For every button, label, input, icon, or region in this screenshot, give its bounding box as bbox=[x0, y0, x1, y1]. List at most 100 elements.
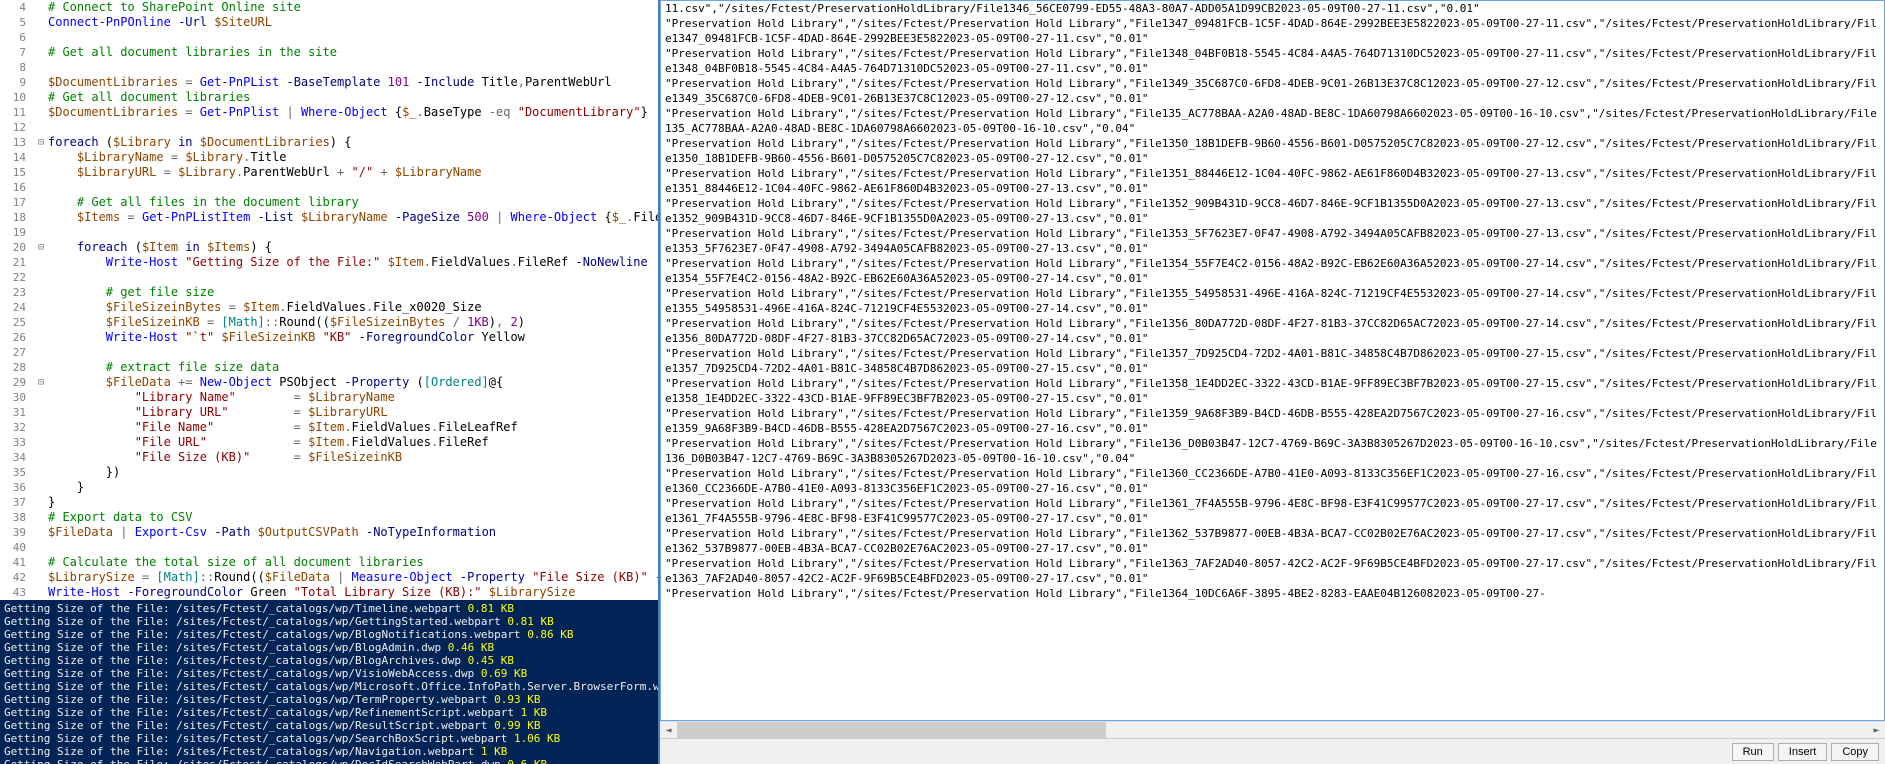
code-line[interactable]: 4# Connect to SharePoint Online site bbox=[0, 0, 658, 15]
code-line[interactable]: 17 # Get all files in the document libra… bbox=[0, 195, 658, 210]
code-content[interactable] bbox=[48, 345, 658, 360]
code-content[interactable]: # extract file size data bbox=[48, 360, 658, 375]
copy-button[interactable]: Copy bbox=[1831, 743, 1879, 761]
code-line[interactable]: 30 "Library Name" = $LibraryName bbox=[0, 390, 658, 405]
fold-icon[interactable]: ⊟ bbox=[34, 135, 48, 150]
code-content[interactable]: # Get all document libraries bbox=[48, 90, 658, 105]
code-content[interactable] bbox=[48, 60, 658, 75]
code-content[interactable]: Write-Host "`t" $FileSizeinKB "KB" -Fore… bbox=[48, 330, 658, 345]
code-content[interactable] bbox=[48, 180, 658, 195]
code-content[interactable]: "Library Name" = $LibraryName bbox=[48, 390, 658, 405]
code-line[interactable]: 19 bbox=[0, 225, 658, 240]
horizontal-scrollbar[interactable]: ◄ ► bbox=[660, 721, 1885, 738]
code-line[interactable]: 29⊟ $FileData += New-Object PSObject -Pr… bbox=[0, 375, 658, 390]
code-line[interactable]: 37} bbox=[0, 495, 658, 510]
code-content[interactable]: $FileSizeinBytes = $Item.FieldValues.Fil… bbox=[48, 300, 658, 315]
code-line[interactable]: 6 bbox=[0, 30, 658, 45]
code-line[interactable]: 42 $LibrarySize = [Math]::Round(($FileDat… bbox=[0, 570, 658, 585]
code-content[interactable]: } bbox=[48, 495, 658, 510]
code-content[interactable] bbox=[48, 270, 658, 285]
code-content[interactable]: $FileSizeinKB = [Math]::Round(($FileSize… bbox=[48, 315, 658, 330]
terminal-pane[interactable]: Getting Size of the File: /sites/Fctest/… bbox=[0, 600, 658, 764]
code-line[interactable]: 25 $FileSizeinKB = [Math]::Round(($FileS… bbox=[0, 315, 658, 330]
code-content[interactable]: "File URL" = $Item.FieldValues.FileRef bbox=[48, 435, 658, 450]
code-line[interactable]: 43Write-Host -ForegroundColor Green "Tot… bbox=[0, 585, 658, 600]
code-content[interactable]: $LibrarySize = [Math]::Round(($FileData … bbox=[48, 570, 658, 585]
code-line[interactable]: 35 }) bbox=[0, 465, 658, 480]
code-content[interactable] bbox=[48, 30, 658, 45]
code-content[interactable]: # Export data to CSV bbox=[48, 510, 658, 525]
code-content[interactable]: $LibraryName = $Library.Title bbox=[48, 150, 658, 165]
output-line: "Preservation Hold Library","/sites/Fcte… bbox=[665, 466, 1880, 496]
code-line[interactable]: 40 bbox=[0, 540, 658, 555]
line-number: 30 bbox=[0, 390, 34, 405]
code-line[interactable]: 16 bbox=[0, 180, 658, 195]
code-line[interactable]: 34 "File Size (KB)" = $FileSizeinKB bbox=[0, 450, 658, 465]
code-line[interactable]: 15 $LibraryURL = $Library.ParentWebUrl +… bbox=[0, 165, 658, 180]
code-line[interactable]: 28 # extract file size data bbox=[0, 360, 658, 375]
code-line[interactable]: 8 bbox=[0, 60, 658, 75]
code-line[interactable]: 12 bbox=[0, 120, 658, 135]
code-content[interactable]: # Get all document libraries in the site bbox=[48, 45, 658, 60]
code-line[interactable]: 41# Calculate the total size of all docu… bbox=[0, 555, 658, 570]
scroll-left-arrow[interactable]: ◄ bbox=[660, 722, 677, 739]
run-button[interactable]: Run bbox=[1732, 743, 1774, 761]
code-line[interactable]: 27 bbox=[0, 345, 658, 360]
code-content[interactable]: Write-Host -ForegroundColor Green "Total… bbox=[48, 585, 658, 600]
code-line[interactable]: 39$FileData | Export-Csv -Path $OutputCS… bbox=[0, 525, 658, 540]
code-line[interactable]: 31 "Library URL" = $LibraryURL bbox=[0, 405, 658, 420]
code-line[interactable]: 13⊟foreach ($Library in $DocumentLibrari… bbox=[0, 135, 658, 150]
code-editor[interactable]: 4# Connect to SharePoint Online site5Con… bbox=[0, 0, 658, 600]
code-line[interactable]: 23 # get file size bbox=[0, 285, 658, 300]
code-content[interactable]: "Library URL" = $LibraryURL bbox=[48, 405, 658, 420]
code-line[interactable]: 10# Get all document libraries bbox=[0, 90, 658, 105]
scroll-thumb[interactable] bbox=[677, 722, 1106, 738]
code-content[interactable]: $Items = Get-PnPListItem -List $LibraryN… bbox=[48, 210, 658, 225]
code-line[interactable]: 33 "File URL" = $Item.FieldValues.FileRe… bbox=[0, 435, 658, 450]
code-content[interactable]: $FileData | Export-Csv -Path $OutputCSVP… bbox=[48, 525, 658, 540]
code-content[interactable]: # Calculate the total size of all docume… bbox=[48, 555, 658, 570]
output-line: "Preservation Hold Library","/sites/Fcte… bbox=[665, 376, 1880, 406]
code-line[interactable]: 9$DocumentLibraries = Get-PnPList -BaseT… bbox=[0, 75, 658, 90]
code-line[interactable]: 32 "File Name" = $Item.FieldValues.FileL… bbox=[0, 420, 658, 435]
code-content[interactable] bbox=[48, 120, 658, 135]
fold-icon[interactable]: ⊟ bbox=[34, 240, 48, 255]
code-content[interactable]: $FileData += New-Object PSObject -Proper… bbox=[48, 375, 658, 390]
code-line[interactable]: 11$DocumentLibraries = Get-PnPlist | Whe… bbox=[0, 105, 658, 120]
output-textarea[interactable]: 11.csv","/sites/Fctest/PreservationHoldL… bbox=[660, 0, 1885, 721]
code-line[interactable]: 26 Write-Host "`t" $FileSizeinKB "KB" -F… bbox=[0, 330, 658, 345]
code-content[interactable]: "File Size (KB)" = $FileSizeinKB bbox=[48, 450, 658, 465]
code-content[interactable]: foreach ($Item in $Items) { bbox=[48, 240, 658, 255]
terminal-line: Getting Size of the File: /sites/Fctest/… bbox=[4, 758, 654, 764]
code-line[interactable]: 5Connect-PnPOnline -Url $SiteURL bbox=[0, 15, 658, 30]
insert-button[interactable]: Insert bbox=[1778, 743, 1828, 761]
output-line: "Preservation Hold Library","/sites/Fcte… bbox=[665, 286, 1880, 316]
code-content[interactable]: Write-Host "Getting Size of the File:" $… bbox=[48, 255, 658, 270]
code-content[interactable] bbox=[48, 225, 658, 240]
code-content[interactable]: $DocumentLibraries = Get-PnPList -BaseTe… bbox=[48, 75, 658, 90]
code-line[interactable]: 20⊟ foreach ($Item in $Items) { bbox=[0, 240, 658, 255]
line-number: 33 bbox=[0, 435, 34, 450]
code-line[interactable]: 22 bbox=[0, 270, 658, 285]
code-line[interactable]: 7# Get all document libraries in the sit… bbox=[0, 45, 658, 60]
code-content[interactable]: # Get all files in the document library bbox=[48, 195, 658, 210]
code-line[interactable]: 18 $Items = Get-PnPListItem -List $Libra… bbox=[0, 210, 658, 225]
code-content[interactable]: # get file size bbox=[48, 285, 658, 300]
code-content[interactable]: "File Name" = $Item.FieldValues.FileLeaf… bbox=[48, 420, 658, 435]
code-content[interactable]: foreach ($Library in $DocumentLibraries)… bbox=[48, 135, 658, 150]
code-content[interactable]: # Connect to SharePoint Online site bbox=[48, 0, 658, 15]
code-content[interactable] bbox=[48, 540, 658, 555]
code-line[interactable]: 36 } bbox=[0, 480, 658, 495]
code-line[interactable]: 14 $LibraryName = $Library.Title bbox=[0, 150, 658, 165]
scroll-right-arrow[interactable]: ► bbox=[1868, 722, 1885, 739]
code-line[interactable]: 24 $FileSizeinBytes = $Item.FieldValues.… bbox=[0, 300, 658, 315]
code-content[interactable]: $LibraryURL = $Library.ParentWebUrl + "/… bbox=[48, 165, 658, 180]
code-content[interactable]: } bbox=[48, 480, 658, 495]
code-content[interactable]: Connect-PnPOnline -Url $SiteURL bbox=[48, 15, 658, 30]
fold-icon[interactable]: ⊟ bbox=[34, 375, 48, 390]
code-line[interactable]: 21 Write-Host "Getting Size of the File:… bbox=[0, 255, 658, 270]
code-line[interactable]: 38# Export data to CSV bbox=[0, 510, 658, 525]
line-number: 42 bbox=[0, 570, 34, 585]
code-content[interactable]: }) bbox=[48, 465, 658, 480]
code-content[interactable]: $DocumentLibraries = Get-PnPlist | Where… bbox=[48, 105, 658, 120]
